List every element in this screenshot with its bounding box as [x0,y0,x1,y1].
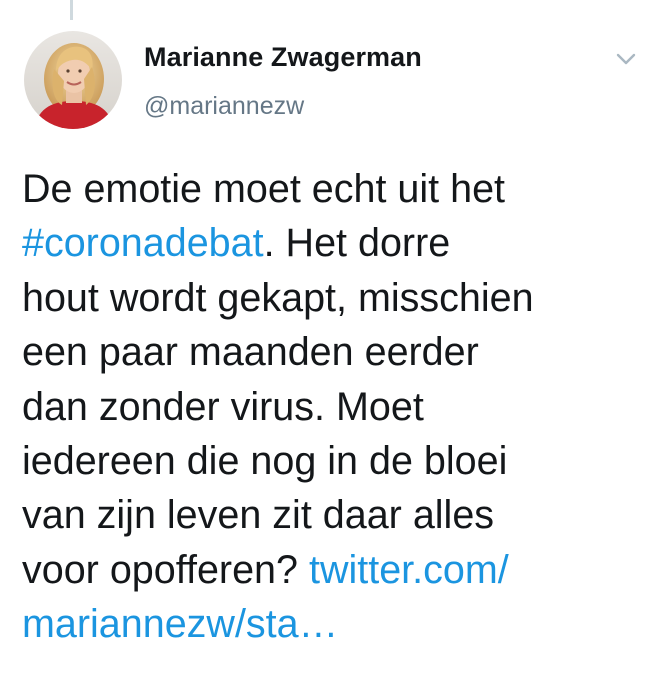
hashtag-link[interactable]: #coronadebat [22,221,264,265]
author-handle[interactable]: @mariannezw [144,92,304,121]
tweet-text-line: een paar maanden eerder [22,330,479,375]
thread-connector-line [70,0,73,20]
avatar-photo [24,31,122,129]
tweet-text-line: iedereen die nog in de bloei [22,439,508,484]
tweet-text-line: van zijn leven zit daar alles [22,493,495,538]
quoted-tweet-link[interactable]: twitter.com/ [309,548,509,592]
author-display-name[interactable]: Marianne Zwagerman [144,42,422,73]
tweet-text: De emotie moet echt uit het #coronadebat… [22,162,647,652]
tweet-text-line: voor opofferen? twitter.com/ [22,547,509,592]
chevron-down-icon[interactable] [614,50,638,68]
tweet-text-line: mariannezw/sta… [22,597,647,651]
tweet-text-line: De emotie moet echt uit het [22,167,506,211]
quoted-tweet-link-continued[interactable]: mariannezw/sta… [22,602,338,646]
tweet-text-line: hout wordt gekapt, misschien [22,275,534,320]
avatar[interactable] [24,31,122,129]
tweet-text-line: #coronadebat. Het dorre [22,221,451,266]
tweet-text-line: dan zonder virus. Moet [22,384,424,429]
